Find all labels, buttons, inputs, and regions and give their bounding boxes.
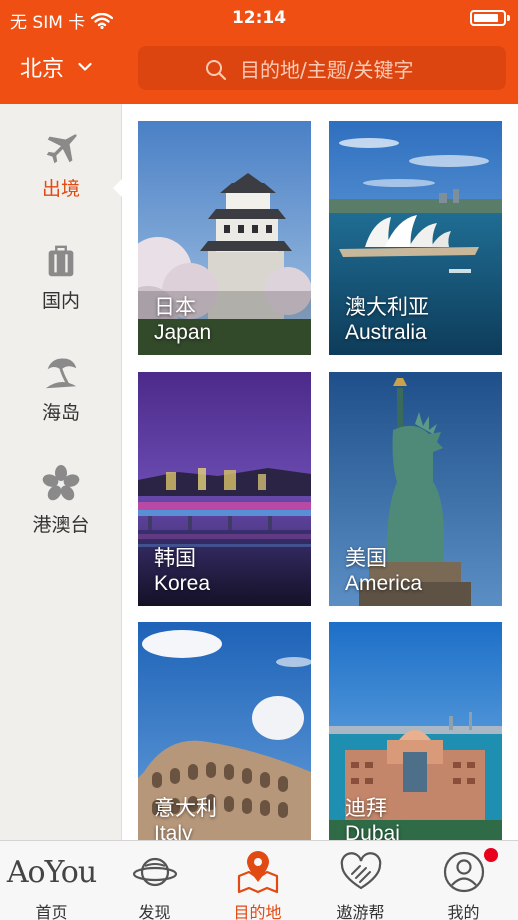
clock: 12:14 [231,8,287,28]
destination-card-japan[interactable]: 日本 Japan [138,121,311,355]
search-input[interactable]: 目的地/主题/关键字 [138,46,506,90]
city-selector[interactable]: 北京 [20,50,92,84]
tab-profile[interactable]: 我的 [412,841,518,920]
destination-name-en: Australia [345,321,427,344]
map-pin-icon [237,851,278,894]
brand-logo-text: AoYou [6,854,97,890]
battery-icon [470,10,510,26]
sidebar-item-island[interactable]: 海岛 [0,354,122,454]
destination-card-korea[interactable]: 韩国 Korea [138,372,311,606]
destination-grid: 日本 Japan 澳大利亚 Australia 韩国 Korea 美国 Amer… [122,104,518,840]
destination-name-cn: 澳大利亚 [345,295,429,319]
destination-name-cn: 日本 [154,295,196,319]
sidebar-item-label: 出境 [41,178,80,200]
tab-discover[interactable]: 发现 [103,841,206,920]
tab-destinations[interactable]: 目的地 [206,841,309,920]
tab-label: 发现 [138,903,171,920]
destination-name-en: America [345,572,423,595]
sidebar-item-label: 国内 [41,290,80,312]
user-icon [443,851,484,893]
bottom-tab-bar: AoYou 首页 发现 目的地 遨游帮 我的 [0,840,518,920]
tab-home[interactable]: AoYou 首页 [0,841,103,920]
destination-card-australia[interactable]: 澳大利亚 Australia [329,121,502,355]
tab-label: 目的地 [233,903,282,920]
tab-label: 我的 [447,903,480,920]
destination-name-cn: 美国 [345,546,387,570]
search-icon [206,60,227,81]
status-bar: 无 SIM 卡 12:14 [0,0,518,36]
sidebar-item-hk-macau-taiwan[interactable]: 港澳台 [0,464,122,564]
sidebar-item-outbound[interactable]: 出境 [0,130,123,230]
planet-icon [132,857,177,887]
destination-name-en: Korea [154,572,211,595]
tab-label: 首页 [35,903,68,920]
chevron-down-icon [78,62,92,71]
top-header: 无 SIM 卡 12:14 北京 目的地/主题/关键字 [0,0,518,104]
aoyou-logo: AoYou [0,849,103,895]
destination-name-cn: 意大利 [154,796,217,820]
destination-card-italy[interactable]: 意大利 Italy [138,622,311,840]
destination-name-en: Italy [154,822,193,840]
search-placeholder: 目的地/主题/关键字 [240,57,414,82]
notification-badge [484,848,498,862]
sidebar-item-domestic[interactable]: 国内 [0,242,122,342]
city-label: 北京 [20,57,65,82]
destination-name-cn: 韩国 [154,546,196,570]
destination-card-america[interactable]: 美国 America [329,372,502,606]
destination-name-en: Dubai [345,822,400,840]
tab-aoyou-help[interactable]: 遨游帮 [309,841,412,920]
sidebar-item-label: 港澳台 [32,514,90,536]
category-sidebar: 出境 国内 海岛 港澳台 [0,104,123,840]
airplane-icon [46,134,77,164]
bauhinia-flower-icon [42,465,80,501]
destination-card-dubai[interactable]: 迪拜 Dubai [329,622,502,840]
battery-fill [474,14,498,22]
luggage-icon [48,245,74,277]
heart-hands-icon [340,852,381,890]
island-icon [45,358,77,389]
tab-label: 遨游帮 [336,903,385,920]
destination-name-en: Japan [154,321,212,344]
destination-name-cn: 迪拜 [345,796,387,820]
sidebar-item-label: 海岛 [41,402,80,424]
